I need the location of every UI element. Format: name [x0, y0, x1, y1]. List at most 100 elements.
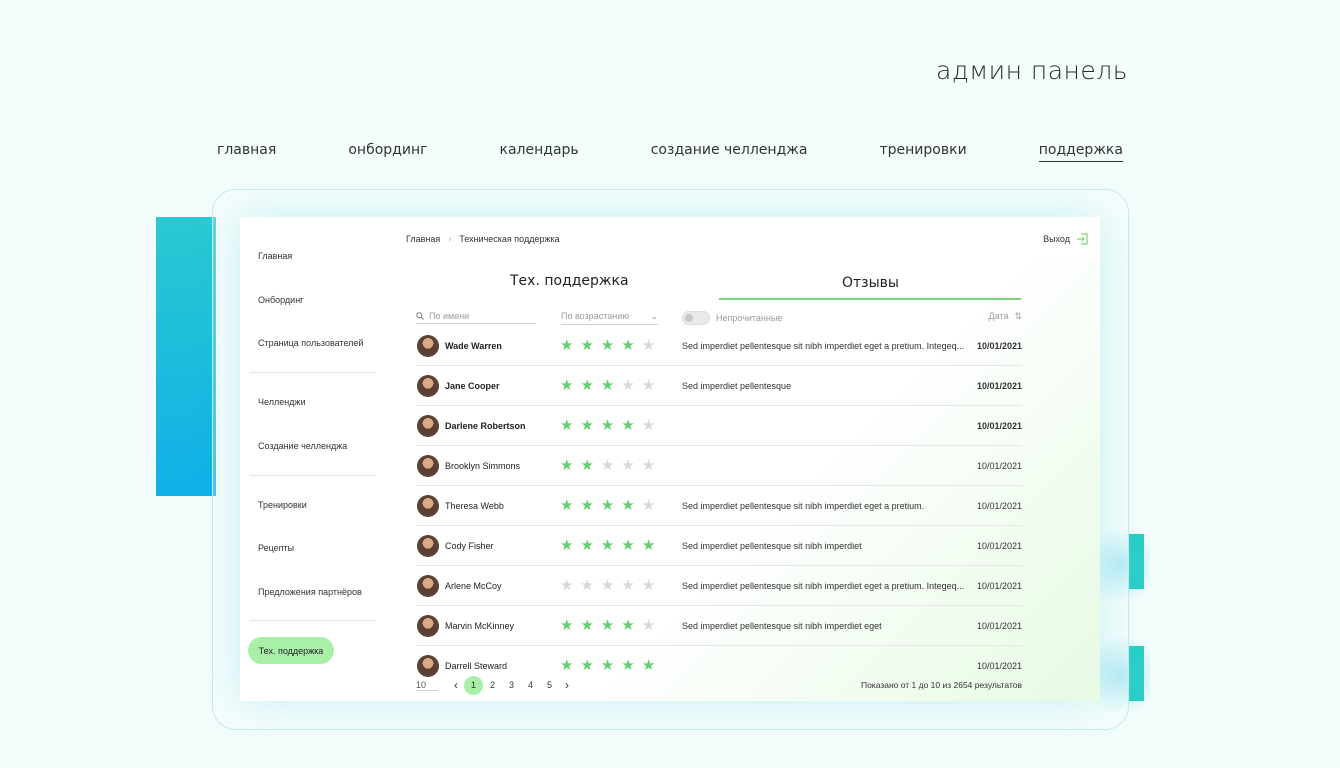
- review-row[interactable]: Jane Cooper ★ ★ ★ ★ ★ Sed imperdiet pellentesq…: [416, 366, 1022, 406]
- pagination: 10 ‹ 1 2 3 4 5 › Показано от 1 до 10 из …: [416, 675, 1022, 695]
- logout-button[interactable]: Выход: [1043, 233, 1088, 245]
- star-icon: ★: [641, 657, 656, 674]
- star-icon: ★: [600, 457, 615, 474]
- star-icon: ★: [600, 417, 615, 434]
- star-icon: ★: [560, 497, 574, 514]
- rating-stars: ★ ★ ★ ★ ★: [560, 578, 655, 593]
- unread-toggle[interactable]: [682, 311, 710, 325]
- review-row[interactable]: Marvin McKinney ★ ★ ★ ★ ★ Sed imperdiet pellen…: [416, 606, 1022, 646]
- review-text: Sed imperdiet pellentesque sit nibh impe…: [682, 540, 862, 551]
- reviewer-name: Jane Cooper: [445, 380, 500, 391]
- page-1[interactable]: 1: [464, 675, 483, 695]
- review-text: Sed imperdiet pellentesque: [682, 380, 792, 391]
- rating-stars: ★ ★ ★ ★ ★: [560, 498, 655, 513]
- review-row[interactable]: Arlene McCoy ★ ★ ★ ★ ★ Sed imperdiet pellentes…: [416, 566, 1022, 606]
- review-row[interactable]: Brooklyn Simmons ★ ★ ★ ★ ★ 10/01/2021: [416, 446, 1022, 486]
- topnav-item-onboarding[interactable]: онбординг: [348, 142, 427, 162]
- star-icon: ★: [560, 657, 574, 674]
- sidebar-item-support[interactable]: Тех. поддержка: [248, 637, 334, 664]
- sidebar-divider: [250, 620, 376, 621]
- review-row[interactable]: Darlene Robertson ★ ★ ★ ★ ★ 10/01/2021: [416, 406, 1022, 446]
- avatar: [417, 654, 439, 677]
- rating-stars: ★ ★ ★ ★ ★: [560, 458, 655, 473]
- reviewer-name: Brooklyn Simmons: [445, 460, 521, 471]
- next-page-icon[interactable]: ›: [565, 678, 569, 692]
- tab-reviews[interactable]: Отзывы: [842, 275, 899, 291]
- avatar: [417, 414, 439, 437]
- sort-select[interactable]: По возрастанию ⌄: [561, 311, 658, 325]
- review-date: 10/01/2021: [976, 380, 1022, 391]
- star-icon: ★: [600, 377, 615, 394]
- topnav-item-home[interactable]: главная: [217, 142, 276, 162]
- review-date: 10/01/2021: [976, 580, 1022, 591]
- sidebar-item-onboarding[interactable]: Онбординг: [258, 295, 303, 305]
- topnav-item-create-challenge[interactable]: создание челленджа: [651, 142, 808, 162]
- star-icon: ★: [641, 497, 656, 514]
- avatar: [417, 534, 439, 557]
- breadcrumb-home[interactable]: Главная: [406, 234, 440, 244]
- logout-label: Выход: [1043, 234, 1070, 244]
- rating-stars: ★ ★ ★ ★ ★: [560, 618, 655, 633]
- review-row[interactable]: Theresa Webb ★ ★ ★ ★ ★ Sed imperdiet pellentes…: [416, 486, 1022, 526]
- review-date: 10/01/2021: [976, 340, 1022, 351]
- topnav-item-calendar[interactable]: календарь: [500, 142, 579, 162]
- star-icon: ★: [580, 457, 594, 474]
- review-date: 10/01/2021: [976, 500, 1022, 511]
- star-icon: ★: [621, 617, 635, 634]
- search-placeholder: По имени: [429, 311, 470, 321]
- unread-label: Непрочитанные: [716, 313, 783, 323]
- sidebar-item-home[interactable]: Главная: [258, 251, 292, 261]
- search-input[interactable]: По имени: [416, 311, 536, 324]
- sidebar-item-users[interactable]: Страница пользователей: [258, 338, 363, 348]
- page-title: админ панель: [936, 56, 1128, 85]
- review-date: 10/01/2021: [976, 540, 1022, 551]
- star-icon: ★: [621, 577, 635, 594]
- reviewer-name: Theresa Webb: [445, 500, 504, 511]
- star-icon: ★: [600, 537, 615, 554]
- avatar: [417, 614, 439, 637]
- per-page-select[interactable]: 10: [416, 680, 438, 691]
- review-date: 10/01/2021: [976, 420, 1022, 431]
- star-icon: ★: [580, 377, 594, 394]
- topnav-item-support[interactable]: поддержка: [1038, 142, 1123, 162]
- sidebar-item-challenges[interactable]: Челленджи: [258, 397, 305, 407]
- reviewer-name: Arlene McCoy: [445, 580, 502, 591]
- review-row[interactable]: Cody Fisher ★ ★ ★ ★ ★ Sed imperdiet pellentesq…: [416, 526, 1022, 566]
- review-date: 10/01/2021: [976, 620, 1022, 631]
- review-text: Sed imperdiet pellentesque sit nibh impe…: [682, 340, 965, 351]
- review-date: 10/01/2021: [976, 660, 1022, 671]
- page-2[interactable]: 2: [483, 680, 502, 690]
- review-text: Sed imperdiet pellentesque sit nibh impe…: [682, 500, 925, 511]
- reviewer-name: Wade Warren: [445, 340, 502, 351]
- logout-icon: [1077, 233, 1088, 245]
- star-icon: ★: [600, 577, 615, 594]
- per-page-value: 10: [416, 679, 427, 690]
- review-row[interactable]: Wade Warren ★ ★ ★ ★ ★ Sed imperdiet pellentesq…: [416, 326, 1022, 366]
- sidebar-item-create-challenge[interactable]: Создание челленджа: [258, 441, 347, 451]
- star-icon: ★: [621, 337, 635, 354]
- page-5[interactable]: 5: [540, 680, 559, 690]
- star-icon: ★: [560, 577, 574, 594]
- tab-support[interactable]: Тех. поддержка: [510, 273, 629, 289]
- star-icon: ★: [560, 457, 574, 474]
- reviews-list: Wade Warren ★ ★ ★ ★ ★ Sed imperdiet pellentesq…: [416, 326, 1022, 685]
- star-icon: ★: [621, 457, 635, 474]
- sidebar-item-workouts[interactable]: Тренировки: [258, 500, 307, 510]
- sidebar-item-partners[interactable]: Предложения партнёров: [258, 587, 362, 597]
- prev-page-icon[interactable]: ‹: [454, 678, 458, 692]
- topnav-item-workouts[interactable]: тренировки: [880, 142, 967, 162]
- star-icon: ★: [641, 457, 656, 474]
- date-sort[interactable]: Дата ⇅: [989, 311, 1022, 322]
- avatar: [417, 374, 439, 397]
- sidebar: Главная Онбординг Страница пользователей…: [240, 217, 392, 701]
- star-icon: ★: [641, 577, 656, 594]
- star-icon: ★: [560, 337, 574, 354]
- page-4[interactable]: 4: [521, 680, 540, 690]
- star-icon: ★: [560, 417, 574, 434]
- reviewer-name: Cody Fisher: [445, 540, 494, 551]
- sidebar-item-recipes[interactable]: Рецепты: [258, 543, 294, 553]
- star-icon: ★: [641, 617, 656, 634]
- page-3[interactable]: 3: [502, 680, 521, 690]
- review-date: 10/01/2021: [976, 460, 1022, 471]
- avatar: [417, 574, 439, 597]
